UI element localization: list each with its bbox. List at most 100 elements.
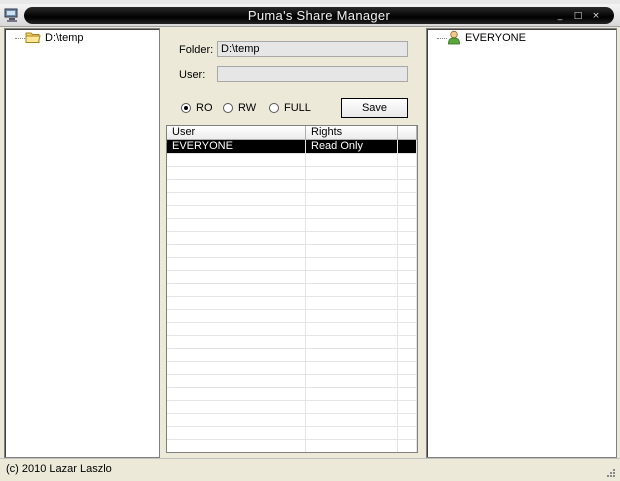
- empty-row: [167, 296, 417, 310]
- empty-cell: [167, 439, 306, 452]
- empty-cell: [167, 374, 306, 387]
- empty-cell: [306, 257, 398, 270]
- user-label: User:: [179, 69, 206, 81]
- radio-ro[interactable]: RO: [181, 102, 213, 114]
- empty-cell: [306, 179, 398, 192]
- empty-cell: [167, 192, 306, 205]
- cell-user: EVERYONE: [167, 140, 306, 153]
- empty-cell: [167, 179, 306, 192]
- empty-row: [167, 166, 417, 180]
- tree-item-user[interactable]: EVERYONE: [447, 30, 526, 45]
- empty-row: [167, 426, 417, 440]
- save-button[interactable]: Save: [341, 98, 408, 118]
- empty-cell: [167, 218, 306, 231]
- empty-cell: [167, 387, 306, 400]
- tree-item-folder[interactable]: D:\temp: [25, 31, 84, 44]
- empty-cell: [306, 244, 398, 257]
- list-header: User Rights: [167, 126, 417, 140]
- empty-cell: [306, 426, 398, 439]
- empty-cell: [167, 231, 306, 244]
- radio-rw-label: RW: [238, 102, 257, 114]
- empty-row: [167, 309, 417, 323]
- users-panel[interactable]: EVERYONE: [426, 28, 617, 458]
- title-bar[interactable]: Puma's Share Manager _ □ ×: [0, 4, 620, 27]
- empty-row: [167, 387, 417, 401]
- empty-cell: [167, 296, 306, 309]
- tree-item-label: D:\temp: [45, 31, 84, 44]
- tree-connector: [15, 38, 25, 39]
- empty-cell: [167, 205, 306, 218]
- title-pill: Puma's Share Manager _ □ ×: [24, 7, 614, 24]
- radio-full-button[interactable]: [269, 103, 279, 113]
- empty-row: [167, 257, 417, 271]
- empty-row: [167, 335, 417, 349]
- empty-cell: [167, 166, 306, 179]
- empty-cell: [306, 166, 398, 179]
- empty-cell: [306, 400, 398, 413]
- empty-cell: [398, 257, 417, 270]
- empty-cell: [398, 296, 417, 309]
- radio-rw-button[interactable]: [223, 103, 233, 113]
- table-row[interactable]: EVERYONE Read Only: [167, 140, 417, 154]
- maximize-button[interactable]: □: [570, 11, 586, 21]
- radio-rw[interactable]: RW: [223, 102, 256, 114]
- empty-cell: [306, 413, 398, 426]
- user-icon: [448, 30, 460, 45]
- empty-cell: [398, 400, 417, 413]
- radio-ro-button[interactable]: [181, 103, 191, 113]
- minimize-button[interactable]: _: [552, 11, 568, 21]
- radio-full[interactable]: FULL: [269, 102, 311, 114]
- empty-cell: [398, 192, 417, 205]
- user-field[interactable]: [217, 66, 408, 82]
- shares-list[interactable]: User Rights EVERYONE Read Only: [166, 125, 418, 453]
- empty-cell: [398, 205, 417, 218]
- list-body: EVERYONE Read Only: [167, 140, 417, 452]
- status-text: (c) 2010 Lazar Laszlo: [6, 463, 112, 475]
- empty-cell: [306, 374, 398, 387]
- empty-row: [167, 283, 417, 297]
- empty-cell: [398, 413, 417, 426]
- resize-grip-icon[interactable]: [606, 468, 616, 478]
- folder-field[interactable]: D:\temp: [217, 41, 408, 57]
- cell-spacer: [398, 140, 417, 153]
- share-editor: Folder: D:\temp User: RO RW FULL Save Us…: [162, 28, 422, 456]
- empty-row: [167, 218, 417, 232]
- folder-tree-panel[interactable]: D:\temp: [4, 28, 160, 458]
- empty-cell: [306, 205, 398, 218]
- empty-row: [167, 413, 417, 427]
- empty-cell: [306, 335, 398, 348]
- column-header-rights[interactable]: Rights: [306, 126, 398, 140]
- empty-cell: [398, 283, 417, 296]
- empty-cell: [167, 270, 306, 283]
- empty-cell: [398, 231, 417, 244]
- empty-row: [167, 439, 417, 452]
- empty-row: [167, 179, 417, 193]
- empty-cell: [398, 374, 417, 387]
- empty-cell: [306, 439, 398, 452]
- empty-cell: [167, 426, 306, 439]
- empty-cell: [306, 322, 398, 335]
- empty-cell: [398, 166, 417, 179]
- empty-cell: [306, 296, 398, 309]
- cell-rights: Read Only: [306, 140, 398, 153]
- empty-row: [167, 270, 417, 284]
- empty-cell: [398, 426, 417, 439]
- empty-cell: [306, 192, 398, 205]
- empty-cell: [167, 413, 306, 426]
- empty-cell: [398, 270, 417, 283]
- empty-cell: [398, 218, 417, 231]
- radio-full-label: FULL: [284, 102, 311, 114]
- empty-cell: [306, 283, 398, 296]
- empty-cell: [306, 270, 398, 283]
- folder-label: Folder:: [179, 44, 214, 56]
- empty-cell: [398, 439, 417, 452]
- column-header-user[interactable]: User: [167, 126, 306, 140]
- close-button[interactable]: ×: [588, 11, 604, 21]
- empty-row: [167, 244, 417, 258]
- column-header-spacer: [398, 126, 417, 140]
- status-bar: (c) 2010 Lazar Laszlo: [0, 458, 620, 481]
- empty-cell: [306, 218, 398, 231]
- empty-cell: [167, 283, 306, 296]
- empty-cell: [167, 361, 306, 374]
- empty-row: [167, 374, 417, 388]
